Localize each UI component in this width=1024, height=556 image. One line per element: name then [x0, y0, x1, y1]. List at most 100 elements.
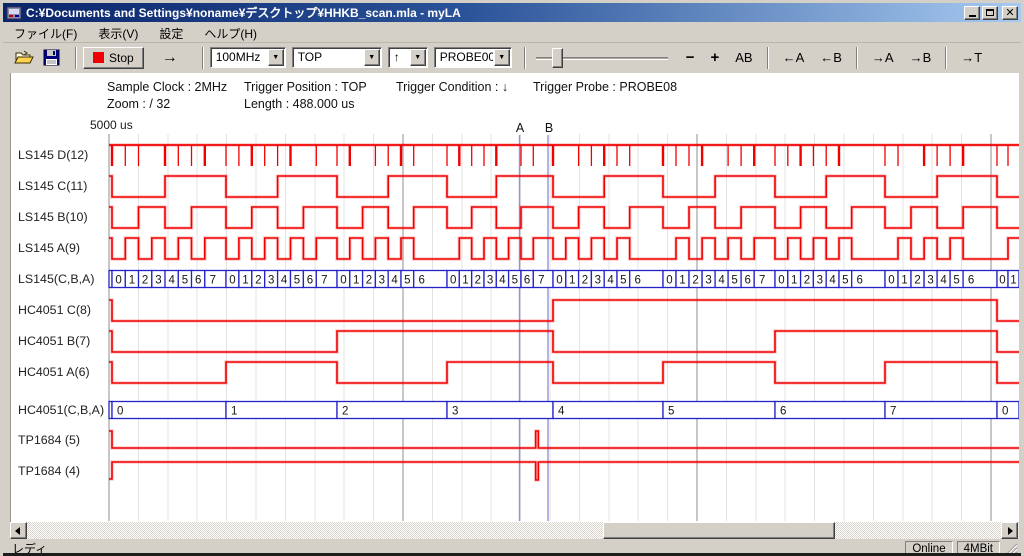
bus-value: 4 [829, 275, 836, 287]
bus-cell [447, 402, 553, 419]
waveform-trace [109, 362, 1019, 383]
menu-file[interactable]: ファイル(F) [7, 24, 84, 43]
maximize-icon [986, 9, 994, 16]
bus-value: 1 [231, 406, 237, 418]
waveform-glow [109, 176, 1019, 197]
channel-label: LS145 B(10) [18, 210, 88, 224]
scroll-left-button[interactable] [10, 522, 27, 539]
bus-value: 6 [195, 275, 201, 287]
menu-view[interactable]: 表示(V) [91, 24, 145, 43]
bus-cell [112, 402, 226, 419]
run-button[interactable]: → [152, 47, 188, 69]
bus-value: 3 [379, 275, 385, 287]
bus-value: 7 [538, 275, 544, 287]
bus-value: 4 [718, 275, 725, 287]
stop-label: Stop [109, 51, 134, 65]
chevron-down-icon[interactable]: ▼ [410, 49, 426, 66]
stop-square-icon [93, 52, 104, 63]
bus-value: 3 [155, 275, 161, 287]
scroll-right-button[interactable] [1001, 522, 1018, 539]
bus-value: 0 [666, 275, 672, 287]
waveform-client-area[interactable]: Sample Clock : 2MHz Trigger Position : T… [10, 73, 1019, 522]
toolbar-separator [945, 47, 947, 69]
toolbar-separator [202, 47, 204, 69]
waveform-glow [109, 238, 1019, 259]
bus-value: 4 [940, 275, 947, 287]
bus-value: 6 [856, 275, 862, 287]
open-file-button[interactable] [13, 49, 35, 67]
zoom-in-button[interactable]: + [705, 47, 724, 68]
bus-value: 6 [307, 275, 313, 287]
bus-value: 4 [558, 406, 565, 418]
goto-cursor-b-right-button[interactable]: →B [905, 48, 937, 67]
app-icon [6, 5, 22, 21]
trigger-position-value: TOP [293, 48, 363, 67]
minimize-icon [969, 15, 976, 17]
stop-button[interactable]: Stop [83, 47, 144, 69]
bus-value: 4 [168, 275, 175, 287]
minimize-button[interactable] [964, 6, 980, 20]
bus-value: 0 [999, 275, 1005, 287]
menu-settings[interactable]: 設定 [152, 24, 190, 43]
save-button[interactable] [41, 49, 63, 67]
waveform-glow [109, 462, 1019, 480]
bus-value: 6 [968, 275, 974, 287]
length-readout: Length : 488.000 us [244, 97, 355, 111]
bus-value: 3 [595, 275, 601, 287]
close-icon: ✕ [1005, 7, 1014, 18]
zoom-slider-thumb[interactable] [552, 48, 563, 68]
goto-trigger-button[interactable]: →T [956, 48, 987, 67]
toolbar-separator [524, 47, 526, 69]
zoom-slider[interactable] [536, 47, 668, 69]
chevron-down-icon[interactable]: ▼ [268, 49, 284, 66]
channel-label: LS145 D(12) [18, 148, 88, 162]
bus-cell [663, 402, 775, 419]
bus-value: 2 [914, 275, 920, 287]
goto-cursor-a-right-button[interactable]: →A [867, 48, 899, 67]
bus-value: 1 [901, 275, 907, 287]
horizontal-scrollbar[interactable] [10, 522, 1019, 539]
waveform-plot[interactable]: 5000 usABLS145 D(12)LS145 C(11)LS145 B(1… [12, 115, 1019, 522]
toolbar: Stop → 100MHz ▼ TOP ▼ ↑ ▼ PROBE00 ▼ − + … [3, 42, 1021, 72]
channel-label: HC4051 C(8) [18, 303, 91, 317]
bus-value: 5 [842, 275, 848, 287]
waveform-glow [109, 331, 1019, 352]
bus-value: 5 [512, 275, 518, 287]
bus-value: 5 [404, 275, 410, 287]
close-button[interactable]: ✕ [1002, 6, 1018, 20]
bus-value: 5 [294, 275, 300, 287]
waveform-glow [109, 362, 1019, 383]
waveform-trace [109, 207, 1019, 228]
trigger-probe-combo[interactable]: PROBE00 ▼ [434, 47, 512, 68]
zoom-out-button[interactable]: − [681, 47, 700, 68]
save-floppy-icon [43, 49, 61, 66]
maximize-button[interactable] [982, 6, 998, 20]
bus-value: 1 [129, 275, 135, 287]
menu-bar: ファイル(F) 表示(V) 設定 ヘルプ(H) [3, 25, 1021, 42]
waveform-glow [109, 300, 1019, 321]
sample-clock-combo[interactable]: 100MHz ▼ [210, 47, 286, 68]
scrollbar-thumb[interactable] [603, 522, 835, 539]
title-bar[interactable]: C:¥Documents and Settings¥noname¥デスクトップ¥… [3, 3, 1021, 22]
bus-value: 3 [487, 275, 493, 287]
bus-value: 6 [744, 275, 750, 287]
bus-value: 5 [182, 275, 188, 287]
chevron-down-icon[interactable]: ▼ [364, 49, 380, 66]
bus-value: 4 [499, 275, 506, 287]
waveform-trace [109, 462, 1019, 480]
bus-cell [775, 402, 885, 419]
right-arrow-icon [1008, 527, 1013, 535]
bus-value: 0 [229, 275, 235, 287]
chevron-down-icon[interactable]: ▼ [494, 49, 510, 66]
menu-help[interactable]: ヘルプ(H) [197, 24, 264, 43]
ab-button[interactable]: AB [730, 48, 757, 67]
channel-label: HC4051(C,B,A) [18, 403, 104, 417]
waveform-glow [109, 431, 1019, 448]
channel-label: LS145(C,B,A) [18, 272, 94, 286]
bus-value: 1 [353, 275, 359, 287]
trigger-position-combo[interactable]: TOP ▼ [292, 47, 382, 68]
goto-cursor-b-left-button[interactable]: ←B [815, 48, 847, 67]
bus-value: 6 [524, 275, 530, 287]
goto-cursor-a-left-button[interactable]: ←A [778, 48, 810, 67]
trigger-edge-combo[interactable]: ↑ ▼ [388, 47, 428, 68]
